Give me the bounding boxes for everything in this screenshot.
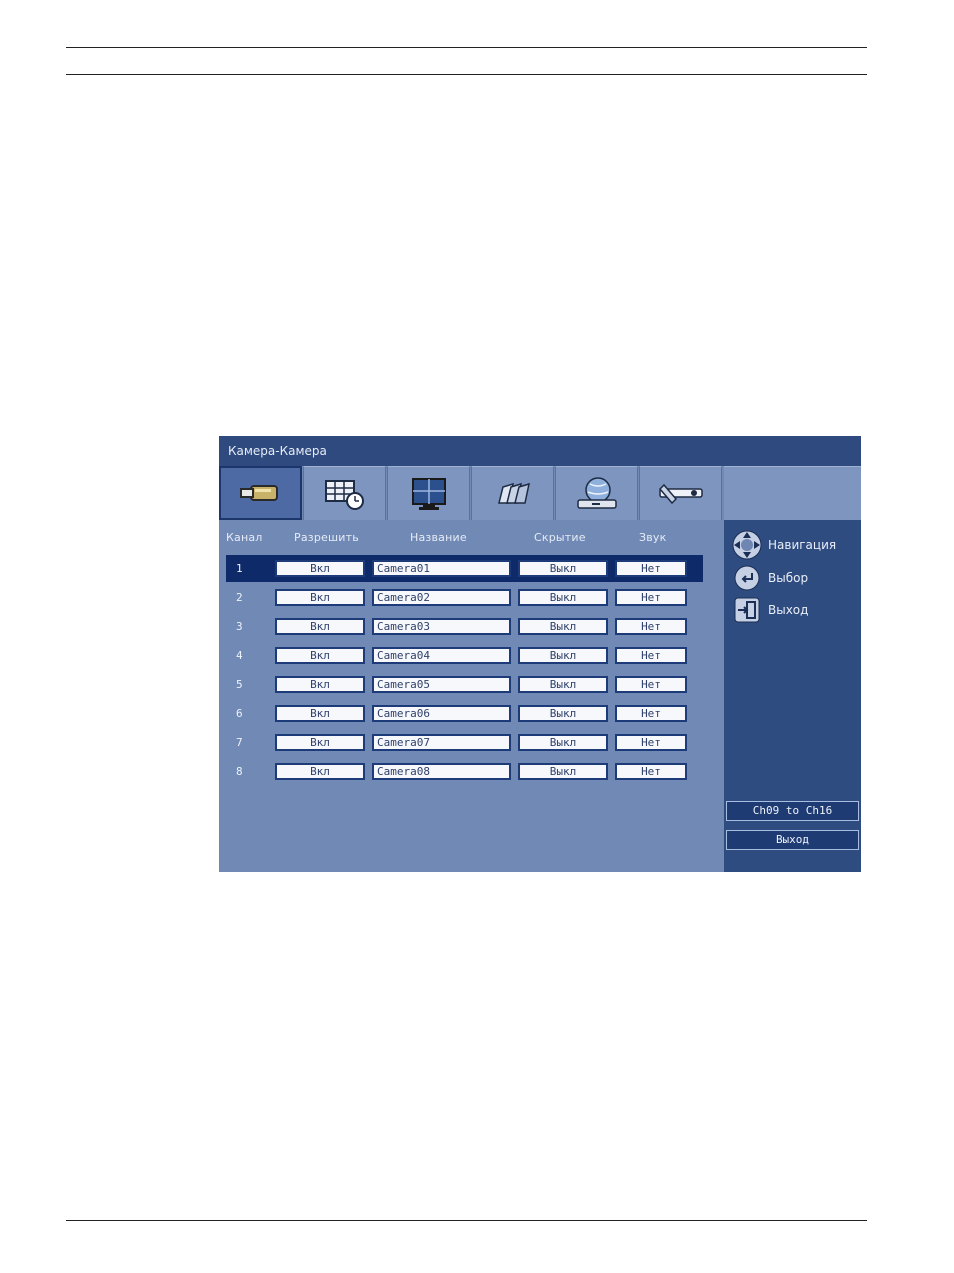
- camera-name-field[interactable]: Camera01: [372, 560, 511, 577]
- monitor-icon: [411, 477, 446, 510]
- sound-field[interactable]: Нет: [615, 734, 687, 751]
- window-title: Камера-Камера: [219, 436, 861, 466]
- sound-field[interactable]: Нет: [615, 705, 687, 722]
- help-navigation-label: Навигация: [768, 538, 837, 552]
- enable-field[interactable]: Вкл: [275, 647, 365, 664]
- channel-number: 7: [236, 736, 243, 749]
- hide-field[interactable]: Выкл: [518, 647, 608, 664]
- tab-recording[interactable]: [471, 466, 554, 520]
- hide-field[interactable]: Выкл: [518, 560, 608, 577]
- sound-field[interactable]: Нет: [615, 763, 687, 780]
- enable-field[interactable]: Вкл: [275, 560, 365, 577]
- channel-number: 5: [236, 678, 243, 691]
- page-ch09-ch16-button[interactable]: Ch09 to Ch16: [726, 801, 859, 821]
- camera-name-field[interactable]: Camera07: [372, 734, 511, 751]
- enable-field[interactable]: Вкл: [275, 676, 365, 693]
- tab-tools[interactable]: [639, 466, 722, 520]
- enable-field[interactable]: Вкл: [275, 705, 365, 722]
- sound-field[interactable]: Нет: [615, 560, 687, 577]
- hide-field[interactable]: Выкл: [518, 705, 608, 722]
- side-panel: Навигация Выбор Выход Ch09 to Ch16 Выход: [724, 520, 861, 872]
- enable-field[interactable]: Вкл: [275, 763, 365, 780]
- help-navigation: Навигация: [732, 530, 836, 560]
- enter-icon: [732, 563, 762, 593]
- sound-field[interactable]: Нет: [615, 589, 687, 606]
- table-row[interactable]: 1 Вкл Camera01 Выкл Нет: [226, 555, 703, 582]
- channel-number: 1: [236, 562, 243, 575]
- enable-field[interactable]: Вкл: [275, 618, 365, 635]
- help-exit: Выход: [732, 595, 808, 625]
- table-row[interactable]: 7 Вкл Camera07 Выкл Нет: [226, 729, 703, 756]
- column-header-name: Название: [410, 531, 467, 544]
- channel-number: 4: [236, 649, 243, 662]
- table-row[interactable]: 5 Вкл Camera05 Выкл Нет: [226, 671, 703, 698]
- column-header-sound: Звук: [639, 531, 667, 544]
- channel-number: 3: [236, 620, 243, 633]
- camera-name-field[interactable]: Camera03: [372, 618, 511, 635]
- channel-number: 6: [236, 707, 243, 720]
- sound-field[interactable]: Нет: [615, 676, 687, 693]
- network-icon: [576, 476, 617, 509]
- column-header-channel: Канал: [226, 531, 263, 544]
- table-row[interactable]: 2 Вкл Camera02 Выкл Нет: [226, 584, 703, 611]
- hide-field[interactable]: Выкл: [518, 676, 608, 693]
- camera-name-field[interactable]: Camera06: [372, 705, 511, 722]
- hide-field[interactable]: Выкл: [518, 763, 608, 780]
- page-header-rule-top: [66, 47, 867, 48]
- menu-tabs: [219, 466, 724, 520]
- exit-icon: [732, 595, 762, 625]
- exit-button[interactable]: Выход: [726, 830, 859, 850]
- table-row[interactable]: 6 Вкл Camera06 Выкл Нет: [226, 700, 703, 727]
- page-footer-rule: [66, 1220, 867, 1221]
- tab-camera[interactable]: [219, 466, 302, 520]
- help-exit-label: Выход: [768, 603, 809, 617]
- dvr-camera-settings-window: Камера-Камера Канал Разрешить Название С…: [219, 436, 861, 872]
- camera-name-field[interactable]: Camera04: [372, 647, 511, 664]
- camera-icon: [239, 485, 278, 501]
- page-header-rule-bottom: [66, 74, 867, 75]
- tab-network[interactable]: [555, 466, 638, 520]
- channel-number: 8: [236, 765, 243, 778]
- hide-field[interactable]: Выкл: [518, 734, 608, 751]
- column-header-hide: Скрытие: [534, 531, 586, 544]
- help-select: Выбор: [732, 563, 808, 593]
- camera-name-field[interactable]: Camera05: [372, 676, 511, 693]
- navigation-pad-icon: [732, 530, 762, 560]
- table-row[interactable]: 3 Вкл Camera03 Выкл Нет: [226, 613, 703, 640]
- table-row[interactable]: 8 Вкл Camera08 Выкл Нет: [226, 758, 703, 785]
- tab-schedule[interactable]: [303, 466, 386, 520]
- recording-icon: [497, 482, 530, 504]
- tab-bar-filler: [724, 466, 861, 520]
- channel-number: 2: [236, 591, 243, 604]
- tools-icon: [658, 483, 703, 504]
- sound-field[interactable]: Нет: [615, 618, 687, 635]
- enable-field[interactable]: Вкл: [275, 734, 365, 751]
- enable-field[interactable]: Вкл: [275, 589, 365, 606]
- camera-name-field[interactable]: Camera02: [372, 589, 511, 606]
- column-header-enable: Разрешить: [294, 531, 359, 544]
- help-select-label: Выбор: [768, 571, 809, 585]
- tab-monitor[interactable]: [387, 466, 470, 520]
- sound-field[interactable]: Нет: [615, 647, 687, 664]
- camera-settings-table: Канал Разрешить Название Скрытие Звук 1 В…: [219, 520, 724, 872]
- hide-field[interactable]: Выкл: [518, 618, 608, 635]
- schedule-icon: [324, 479, 364, 510]
- hide-field[interactable]: Выкл: [518, 589, 608, 606]
- table-row[interactable]: 4 Вкл Camera04 Выкл Нет: [226, 642, 703, 669]
- camera-name-field[interactable]: Camera08: [372, 763, 511, 780]
